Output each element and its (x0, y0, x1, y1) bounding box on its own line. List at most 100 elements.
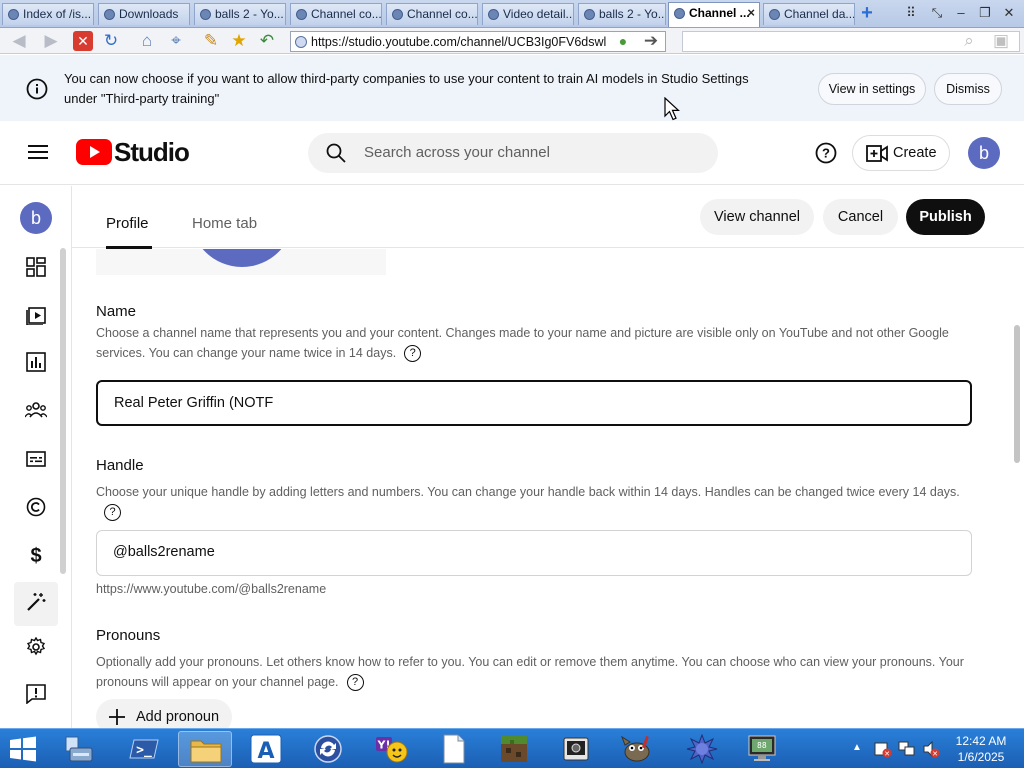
content-scrollbar[interactable] (1014, 325, 1020, 463)
folder-icon[interactable] (178, 731, 232, 767)
help-icon[interactable]: ? (815, 142, 837, 164)
youtube-logo-icon (76, 139, 112, 165)
bookmark-star-icon[interactable]: ★ (228, 30, 250, 52)
minecraft-icon[interactable] (498, 734, 530, 764)
browser-tab[interactable]: Channel co... (290, 3, 382, 25)
view-in-settings-button[interactable]: View in settings (818, 73, 926, 105)
tab-profile[interactable]: Profile (106, 215, 149, 232)
system-clock[interactable]: 12:42 AM 1/6/2025 (946, 733, 1016, 765)
name-heading: Name (96, 303, 137, 320)
name-description: Choose a channel name that represents yo… (96, 323, 976, 363)
yahoo-messenger-icon[interactable]: Y! (375, 734, 408, 764)
grid-icon[interactable]: ⠿ (902, 4, 920, 22)
name-help-icon[interactable]: ? (404, 345, 422, 363)
browser-tab[interactable]: balls 2 - Yo... (194, 3, 286, 25)
hamburger-menu-icon[interactable] (28, 144, 48, 160)
settings-icon[interactable] (24, 636, 48, 661)
info-icon (26, 78, 48, 100)
create-button[interactable]: Create (852, 135, 950, 171)
content-icon[interactable] (24, 305, 48, 329)
edit-page-icon[interactable]: ✎ (200, 30, 222, 52)
tray-security-icon[interactable]: ✕ (874, 740, 892, 758)
svg-text:A: A (257, 739, 274, 764)
panel-icon[interactable]: ▣ (990, 30, 1012, 52)
back-icon[interactable]: ◀ (8, 30, 30, 52)
tab-label: Downloads (119, 7, 179, 21)
tab-label: Channel co... (407, 7, 478, 21)
plus-icon (109, 709, 125, 725)
browser-tab[interactable]: Channel da... (763, 3, 855, 25)
tab-label: Video detail... (503, 7, 574, 21)
view-channel-button[interactable]: View channel (700, 199, 814, 235)
tray-expand-icon[interactable]: ▲ (852, 742, 862, 753)
restore-arrow-icon[interactable]: ⤡ (928, 4, 946, 22)
start-button[interactable] (8, 735, 38, 763)
undo-icon[interactable]: ↶ (256, 30, 278, 52)
subtitles-icon[interactable] (24, 450, 48, 474)
close-window-icon[interactable]: ✕ (1000, 4, 1018, 22)
gimp-icon[interactable] (620, 734, 652, 764)
file-explorer-icon[interactable] (62, 734, 94, 764)
search-go-icon[interactable]: ⌕ (958, 30, 980, 52)
analytics-icon[interactable] (24, 352, 48, 376)
handle-input[interactable]: @balls2rename (96, 530, 972, 576)
camera-app-icon[interactable] (560, 734, 592, 764)
go-arrow-icon[interactable]: ➔ (640, 30, 662, 52)
add-pronoun-button[interactable]: Add pronoun (96, 699, 232, 728)
channel-avatar[interactable]: b (20, 202, 52, 234)
feedback-icon[interactable] (24, 684, 48, 708)
nav-scrollbar[interactable] (60, 248, 66, 574)
customization-icon[interactable] (24, 592, 48, 616)
history-icon[interactable]: ⌖ (165, 30, 187, 52)
powershell-icon[interactable]: >_ (128, 734, 160, 764)
tray-volume-muted-icon[interactable]: ✕ (922, 740, 940, 758)
tab-label: Channel ... (689, 6, 750, 20)
maximize-icon[interactable]: ❐ (976, 4, 994, 22)
blank-document-icon[interactable] (438, 734, 470, 764)
home-icon[interactable]: ⌂ (136, 30, 158, 52)
browser-tab[interactable]: Index of /is... (2, 3, 94, 25)
globe-icon (769, 9, 780, 20)
tray-network-icon[interactable] (898, 740, 916, 758)
extension-icon[interactable]: ● (612, 30, 634, 52)
channel-search-input[interactable]: Search across your channel (308, 133, 718, 173)
browser-tab[interactable]: Downloads (98, 3, 190, 25)
monitor-app-icon[interactable]: 88 (746, 734, 778, 764)
forward-icon[interactable]: ▶ (40, 30, 62, 52)
sync-app-icon[interactable] (312, 734, 344, 764)
info-banner: You can now choose if you want to allow … (0, 55, 1024, 121)
browser-tab[interactable]: Channel co... (386, 3, 478, 25)
address-bar[interactable]: https://studio.youtube.com/channel/UCB3I… (290, 31, 666, 52)
logo-text: Studio (114, 137, 190, 167)
channel-name-input[interactable]: Real Peter Griffin (NOTF (96, 380, 972, 426)
spiky-ball-app-icon[interactable] (686, 733, 718, 765)
dismiss-button[interactable]: Dismiss (934, 73, 1002, 105)
reload-icon[interactable]: ↻ (100, 30, 122, 52)
globe-icon (584, 9, 595, 20)
handle-help-icon[interactable]: ? (104, 504, 121, 522)
tab-label: balls 2 - Yo... (215, 7, 284, 21)
stop-icon[interactable]: ✕ (73, 31, 93, 51)
globe-icon (296, 9, 307, 20)
browser-tab-active[interactable]: Channel ... × (668, 2, 760, 27)
browser-tab[interactable]: balls 2 - Yo... (578, 3, 666, 25)
minimize-icon[interactable]: – (952, 4, 970, 22)
tab-home[interactable]: Home tab (192, 215, 257, 232)
account-avatar[interactable]: b (968, 137, 1000, 169)
pronouns-help-icon[interactable]: ? (346, 674, 364, 692)
browser-tab[interactable]: Video detail... (482, 3, 574, 25)
copyright-icon[interactable] (24, 497, 48, 521)
globe-icon (392, 9, 403, 20)
publish-button[interactable]: Publish (906, 199, 985, 235)
app-a-icon[interactable]: A (250, 734, 282, 764)
globe-icon (200, 9, 211, 20)
community-icon[interactable] (24, 400, 48, 424)
cancel-button[interactable]: Cancel (823, 199, 898, 235)
close-tab-icon[interactable]: × (747, 5, 755, 20)
profile-form: Name Choose a channel name that represen… (72, 249, 1012, 728)
site-icon (295, 36, 307, 48)
name-description-text: Choose a channel name that represents yo… (96, 326, 949, 360)
earn-icon[interactable]: $ (24, 544, 48, 568)
new-tab-icon[interactable]: + (858, 3, 876, 23)
dashboard-icon[interactable] (24, 257, 48, 281)
